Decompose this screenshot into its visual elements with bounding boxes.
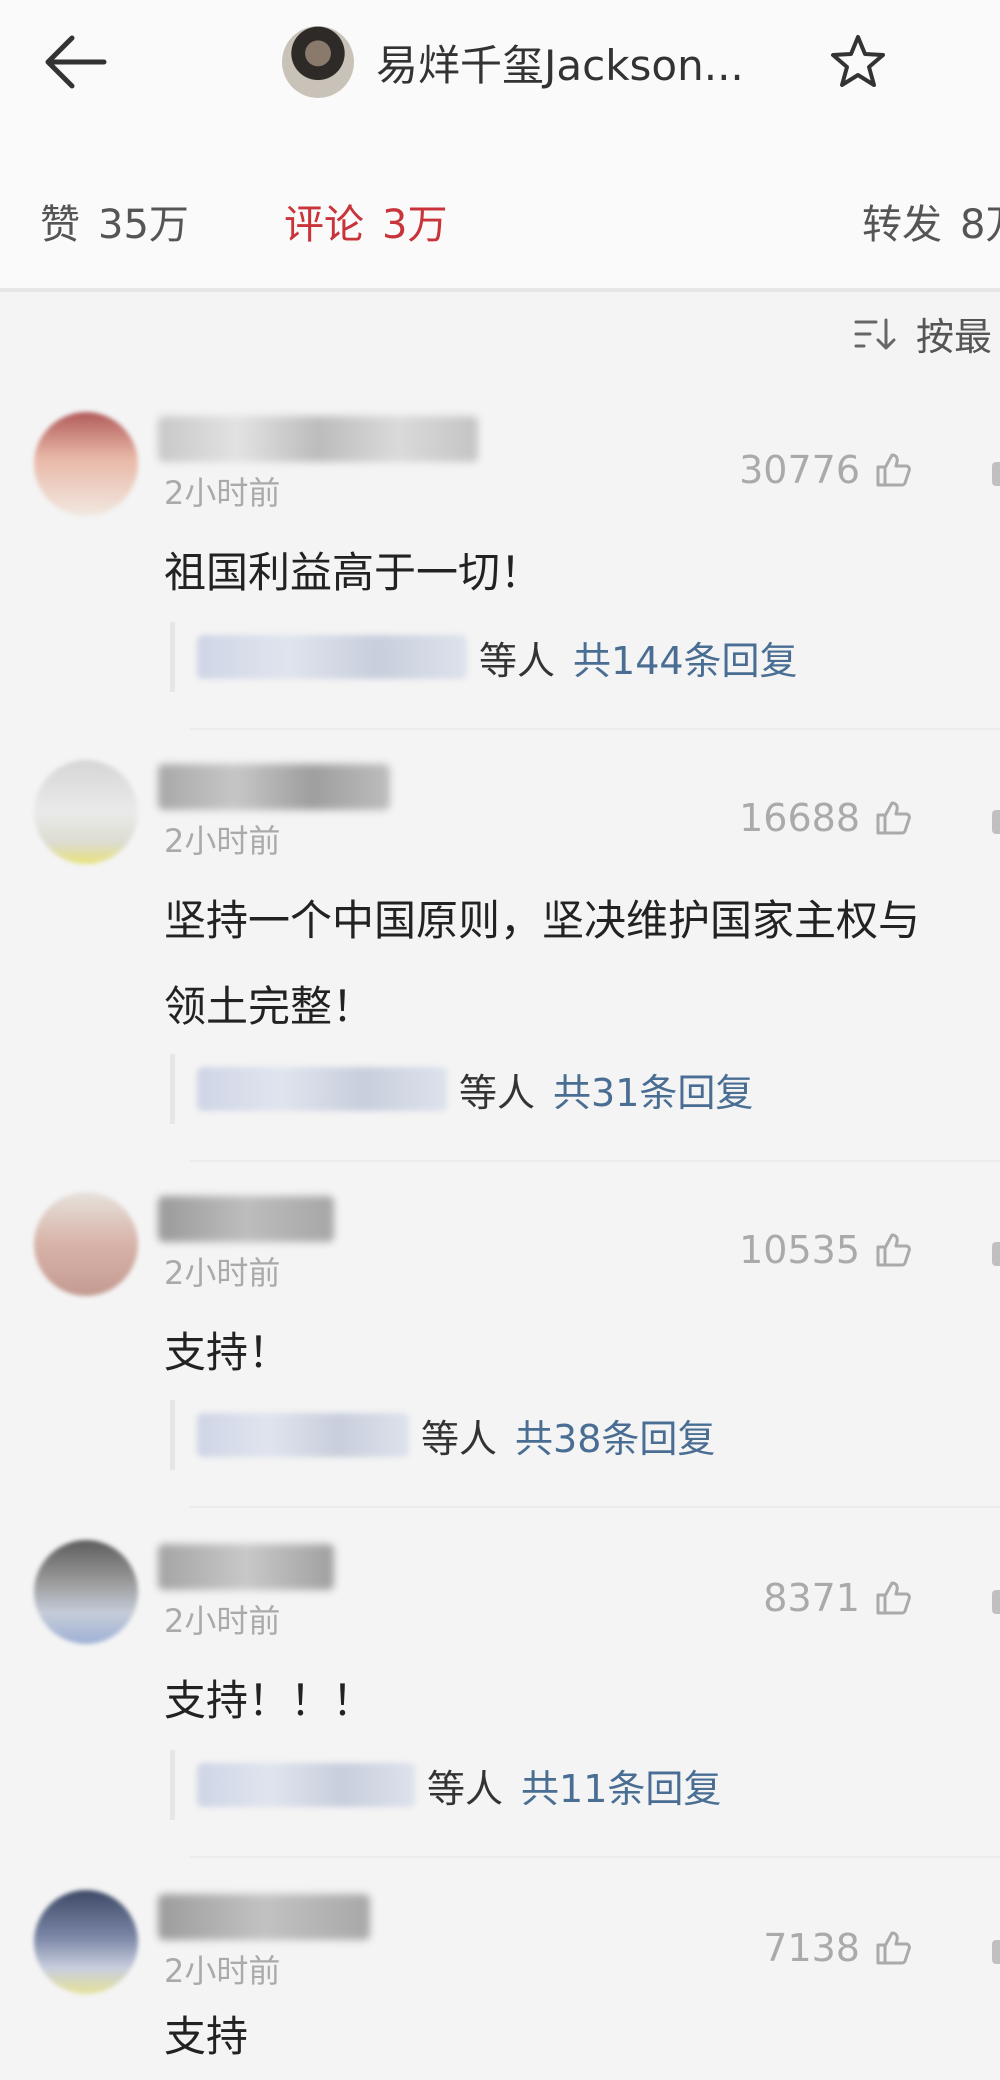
reply-users-blurred (197, 1763, 415, 1807)
thumbs-up-icon (876, 1581, 911, 1615)
reply-users-blurred (197, 1067, 447, 1111)
like-button[interactable]: 7138 (763, 1926, 912, 1970)
comment-text: 支持 (164, 2012, 249, 2061)
username-blurred[interactable] (158, 1894, 370, 1940)
page-title: 易烊千玺Jackson... (376, 40, 744, 90)
more-handle[interactable] (992, 462, 1000, 486)
avatar[interactable] (34, 412, 138, 516)
sort-icon (854, 318, 896, 349)
arrow-left-icon (45, 35, 107, 89)
comment-item: 2小时前 30776 祖国利益高于一切！ 等人 共144条回复 (0, 412, 1000, 742)
like-button[interactable]: 10535 (739, 1228, 912, 1272)
comment-item: 2小时前 10535 支持！ 等人 共38条回复 (0, 1192, 1000, 1522)
favorite-button[interactable] (828, 32, 888, 92)
author-avatar[interactable] (282, 26, 354, 98)
thumbs-up-icon (876, 1931, 911, 1965)
replies-link[interactable]: 等人 共11条回复 (170, 1750, 721, 1820)
like-count: 10535 (739, 1228, 860, 1272)
star-icon (831, 35, 885, 87)
comment-item: 2小时前 16688 坚持一个中国原则，坚决维护国家主权与 领土完整！ 等人 共… (0, 760, 1000, 1172)
tab-reposts[interactable]: 转发8万 (862, 192, 1000, 250)
avatar[interactable] (34, 1540, 138, 1644)
sort-toggle[interactable]: 按最 (852, 306, 992, 361)
more-handle[interactable] (992, 810, 1000, 834)
post-author[interactable]: 易烊千玺Jackson... (282, 24, 744, 100)
comment-text: 祖国利益高于一切！ (164, 548, 543, 597)
username-blurred[interactable] (158, 764, 390, 810)
more-handle[interactable] (992, 1940, 1000, 1964)
thumbs-up-icon (876, 1233, 911, 1267)
username-blurred[interactable] (158, 1196, 334, 1242)
like-count: 16688 (739, 796, 860, 840)
tab-comments[interactable]: 评论 3万 (284, 192, 447, 250)
top-bar: 易烊千玺Jackson... (0, 0, 1000, 140)
reply-users-blurred (197, 635, 467, 679)
comment-item: 2小时前 7138 支持 (0, 1890, 1000, 2080)
comment-text: 坚持一个中国原则，坚决维护国家主权与 领土完整！ (164, 896, 921, 1031)
comment-text: 支持！ (164, 1328, 291, 1377)
divider (190, 1160, 1000, 1162)
back-button[interactable] (42, 30, 112, 94)
timestamp: 2小时前 (164, 822, 281, 860)
timestamp: 2小时前 (164, 1254, 281, 1292)
more-handle[interactable] (992, 1242, 1000, 1266)
like-count: 7138 (763, 1926, 860, 1970)
like-count: 8371 (763, 1576, 860, 1620)
avatar[interactable] (34, 760, 138, 864)
like-count: 30776 (739, 448, 860, 492)
replies-link[interactable]: 等人 共31条回复 (170, 1054, 753, 1124)
like-button[interactable]: 16688 (739, 796, 912, 840)
divider (190, 728, 1000, 730)
divider (190, 1506, 1000, 1508)
tab-likes[interactable]: 赞 35万 (40, 192, 189, 250)
stats-bar: 赞35万 评论3万 转发8万 (0, 140, 1000, 292)
username-blurred[interactable] (158, 1544, 334, 1590)
like-button[interactable]: 8371 (763, 1576, 912, 1620)
avatar[interactable] (34, 1192, 138, 1296)
divider (190, 1856, 1000, 1858)
avatar[interactable] (34, 1890, 138, 1994)
timestamp: 2小时前 (164, 1952, 281, 1990)
comment-item: 2小时前 8371 支持！！！ 等人 共11条回复 (0, 1540, 1000, 1870)
thumbs-up-icon (876, 801, 911, 835)
replies-link[interactable]: 等人 共38条回复 (170, 1400, 715, 1470)
replies-link[interactable]: 等人 共144条回复 (170, 622, 798, 692)
timestamp: 2小时前 (164, 474, 281, 512)
timestamp: 2小时前 (164, 1602, 281, 1640)
more-handle[interactable] (992, 1590, 1000, 1614)
comment-text: 支持！！！ (164, 1676, 375, 1725)
thumbs-up-icon (876, 453, 911, 487)
sort-label: 按最 (916, 315, 993, 359)
reply-users-blurred (197, 1413, 409, 1457)
username-blurred[interactable] (158, 416, 478, 462)
like-button[interactable]: 30776 (739, 448, 912, 492)
